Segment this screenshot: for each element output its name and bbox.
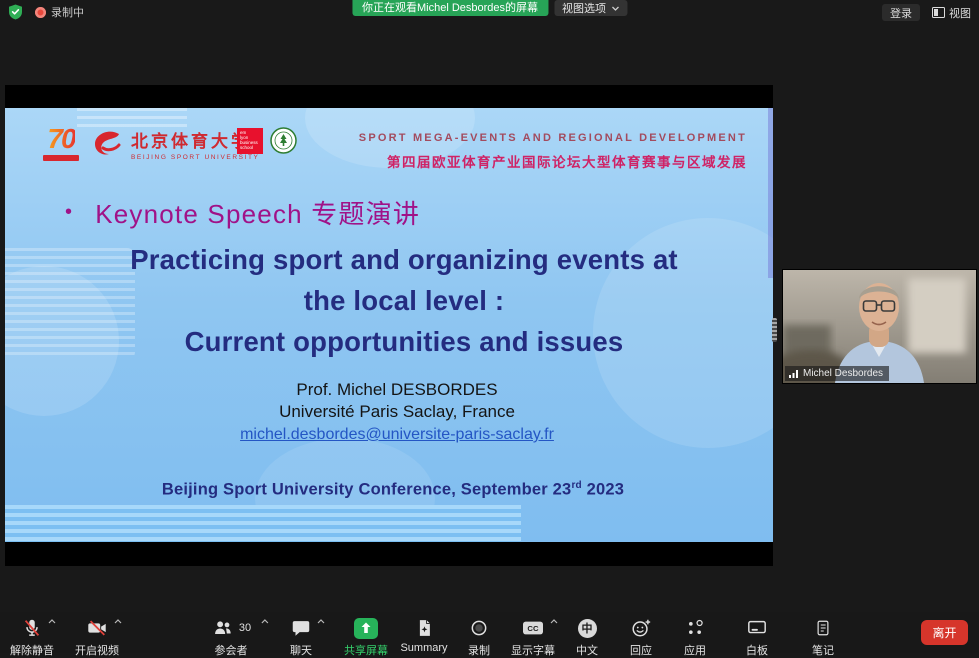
recording-label: 录制中 bbox=[51, 4, 84, 20]
footer-year: 2023 bbox=[582, 481, 624, 499]
footer-ordinal: rd bbox=[571, 480, 581, 491]
shared-screen-area: 70 北京体育大学 BEIJING SPORT UNIVERSITY em ly… bbox=[5, 85, 773, 566]
toolbar-label: 参会者 bbox=[215, 642, 248, 658]
signal-bars-icon bbox=[789, 369, 799, 378]
chevron-up-icon[interactable] bbox=[317, 619, 325, 624]
chevron-up-icon[interactable] bbox=[261, 619, 269, 624]
chevron-down-icon bbox=[611, 6, 619, 11]
toolbar-whiteboard[interactable]: 白板 bbox=[746, 617, 768, 658]
keynote-label: Keynote Speech 专题演讲 bbox=[95, 194, 420, 231]
keynote-heading: • Keynote Speech 专题演讲 bbox=[65, 194, 420, 231]
view-button-label: 视图 bbox=[949, 5, 971, 21]
conference-title-zh: 第四届欧亚体育产业国际论坛大型体育赛事与区域发展 bbox=[359, 151, 747, 171]
toolbar-participants[interactable]: 30 参会者 bbox=[211, 617, 251, 658]
language-icon: 中 bbox=[578, 619, 597, 638]
anniversary-number: 70 bbox=[47, 125, 74, 153]
participants-count: 30 bbox=[239, 622, 251, 634]
captions-icon: CC bbox=[521, 618, 545, 638]
summary-icon bbox=[414, 617, 434, 639]
bottom-stripe-decoration bbox=[5, 505, 521, 542]
security-shield-icon[interactable] bbox=[8, 4, 23, 20]
participant-video-tile[interactable]: Michel Desbordes bbox=[783, 270, 976, 383]
toolbar-apps[interactable]: 应用 bbox=[684, 617, 706, 658]
toolbar-share-screen[interactable]: 共享屏幕 bbox=[344, 617, 388, 658]
presentation-slide: 70 北京体育大学 BEIJING SPORT UNIVERSITY em ly… bbox=[5, 108, 773, 542]
toolbar-label: 回应 bbox=[630, 642, 652, 658]
recording-indicator: 录制中 bbox=[35, 4, 84, 20]
toolbar-label: 显示字幕 bbox=[511, 642, 555, 658]
toolbar-captions[interactable]: CC 显示字幕 bbox=[511, 617, 555, 658]
toolbar-label: 中文 bbox=[576, 642, 598, 658]
view-button[interactable]: 视图 bbox=[932, 5, 971, 21]
participant-name: Michel Desbordes bbox=[803, 368, 883, 379]
whiteboard-icon bbox=[746, 618, 768, 638]
chevron-up-icon[interactable] bbox=[48, 619, 56, 624]
toolbar-label: 聊天 bbox=[290, 642, 312, 658]
toolbar-chat[interactable]: 聊天 bbox=[290, 617, 312, 658]
green-association-logo bbox=[270, 127, 297, 154]
top-bar-left: 录制中 bbox=[8, 4, 84, 20]
slide-title-line1: Practicing sport and organizing events a… bbox=[20, 239, 773, 280]
reactions-icon bbox=[630, 617, 652, 639]
bullet-point: • bbox=[65, 201, 73, 224]
speaker-email-link[interactable]: michel.desbordes@universite-paris-saclay… bbox=[240, 426, 554, 443]
view-options-label: 视图选项 bbox=[562, 0, 606, 16]
camera-off-icon bbox=[85, 617, 109, 639]
beijing-sport-university-logo: 北京体育大学 BEIJING SPORT UNIVERSITY bbox=[89, 126, 259, 162]
toolbar-label: Summary bbox=[400, 642, 447, 654]
toolbar-label: 白板 bbox=[746, 642, 768, 658]
toolbar-notes[interactable]: 笔记 bbox=[812, 617, 834, 658]
toolbar-label: 应用 bbox=[684, 642, 706, 658]
layout-view-icon bbox=[932, 7, 945, 18]
toolbar-label: 共享屏幕 bbox=[344, 642, 388, 658]
toolbar-label: 解除静音 bbox=[10, 642, 54, 658]
footer-text: Beijing Sport University Conference, Sep… bbox=[162, 481, 572, 499]
participants-icon bbox=[211, 617, 235, 639]
speaker-name: Prof. Michel DESBORDES bbox=[13, 379, 773, 401]
leave-meeting-button[interactable]: 离开 bbox=[921, 620, 968, 645]
apps-icon bbox=[685, 618, 705, 638]
toolbar-label: 笔记 bbox=[812, 642, 834, 658]
anniversary-70-logo: 70 bbox=[35, 125, 87, 171]
toolbar-label: 录制 bbox=[468, 642, 490, 658]
toolbar-summary[interactable]: Summary bbox=[400, 617, 447, 654]
watching-screen-banner: 你正在观看Michel Desbordes的屏幕 bbox=[352, 0, 548, 16]
participant-name-tag: Michel Desbordes bbox=[785, 366, 889, 381]
toolbar-record[interactable]: 录制 bbox=[468, 617, 490, 658]
emlyon-logo: em lyon business school bbox=[237, 128, 263, 154]
toolbar-unmute[interactable]: 解除静音 bbox=[10, 617, 54, 658]
svg-text:CC: CC bbox=[527, 624, 539, 633]
conference-title-en: SPORT MEGA-EVENTS AND REGIONAL DEVELOPME… bbox=[359, 132, 747, 144]
panel-drag-handle[interactable] bbox=[772, 318, 777, 342]
slide-title-line3: Current opportunities and issues bbox=[20, 321, 773, 362]
top-bar: 录制中 你正在观看Michel Desbordes的屏幕 视图选项 登录 视图 bbox=[0, 0, 979, 26]
recording-dot-icon bbox=[35, 7, 46, 18]
bsu-name-en: BEIJING SPORT UNIVERSITY bbox=[131, 154, 259, 161]
notes-icon bbox=[814, 618, 832, 638]
record-icon bbox=[469, 618, 489, 638]
slide-title: Practicing sport and organizing events a… bbox=[20, 239, 773, 362]
anniversary-banner bbox=[43, 155, 79, 161]
chevron-up-icon[interactable] bbox=[114, 619, 122, 624]
speaker-affiliation: Université Paris Saclay, France bbox=[13, 401, 773, 423]
toolbar-label: 开启视频 bbox=[75, 642, 119, 658]
share-screen-icon bbox=[354, 618, 378, 639]
toolbar-reactions[interactable]: 回应 bbox=[630, 617, 652, 658]
top-bar-center: 你正在观看Michel Desbordes的屏幕 视图选项 bbox=[352, 0, 627, 16]
slide-title-line2: the local level : bbox=[20, 280, 773, 321]
toolbar-language[interactable]: 中 中文 bbox=[576, 617, 598, 658]
slide-footer: Beijing Sport University Conference, Sep… bbox=[9, 480, 773, 500]
speaker-block: Prof. Michel DESBORDES Université Paris … bbox=[13, 379, 773, 446]
bsu-swoosh-icon bbox=[89, 126, 125, 162]
meeting-toolbar: 解除静音 开启视频 30 参会者 聊天 共享屏幕 bbox=[0, 612, 979, 653]
mic-muted-icon bbox=[21, 617, 43, 639]
toolbar-start-video[interactable]: 开启视频 bbox=[75, 617, 119, 658]
view-options-button[interactable]: 视图选项 bbox=[554, 0, 627, 16]
top-bar-right: 登录 视图 bbox=[882, 4, 971, 21]
sign-in-button[interactable]: 登录 bbox=[882, 4, 920, 21]
conference-heading: SPORT MEGA-EVENTS AND REGIONAL DEVELOPME… bbox=[359, 132, 747, 171]
chevron-up-icon[interactable] bbox=[550, 619, 558, 624]
chat-icon bbox=[290, 617, 312, 639]
